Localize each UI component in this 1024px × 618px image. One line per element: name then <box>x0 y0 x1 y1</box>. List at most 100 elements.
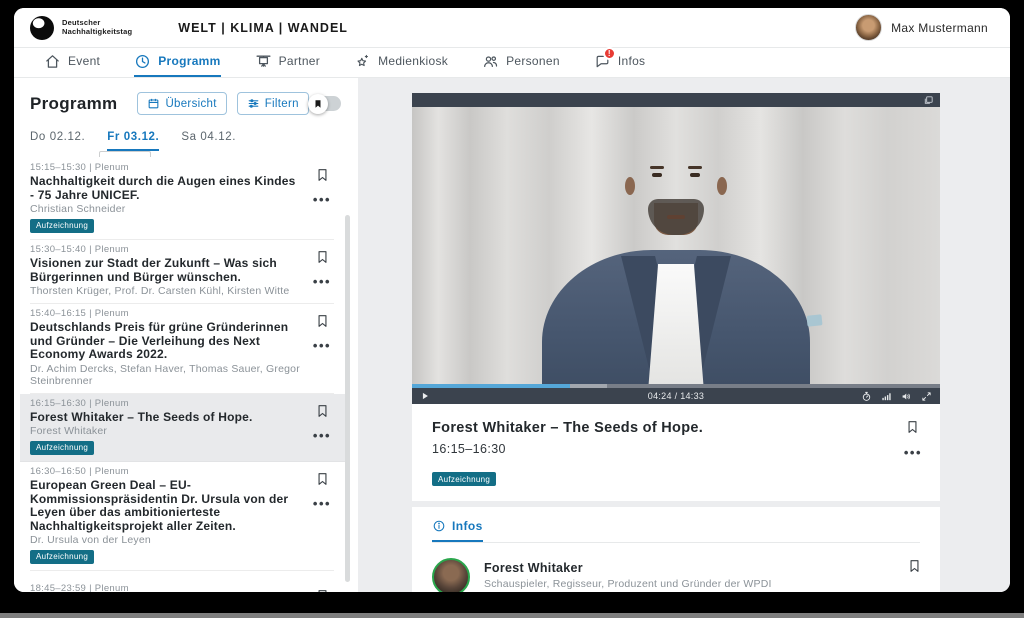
program-item[interactable]: 18:45–23:59 | Plenum Deutscher Nachhalti… <box>30 571 334 592</box>
program-item[interactable]: 15:15–15:30 | Plenum Nachhaltigkeit durc… <box>30 158 334 240</box>
screen-edge <box>0 613 1024 618</box>
more-options-button[interactable]: ••• <box>904 450 922 456</box>
user-avatar[interactable] <box>855 14 882 41</box>
bookmark-icon[interactable] <box>315 470 330 488</box>
session-time: 16:15–16:30 <box>432 442 920 456</box>
date-tab-sa[interactable]: Sa 04.12. <box>181 131 236 151</box>
more-options-button[interactable]: ••• <box>313 501 331 507</box>
tab-label: Medienkiosk <box>378 54 448 68</box>
speaker-avatar[interactable] <box>432 558 470 593</box>
tab-label: Programm <box>158 54 220 68</box>
recording-badge: Aufzeichnung <box>30 219 94 233</box>
sidebar-title: Programm <box>30 94 117 114</box>
tab-event[interactable]: Event <box>44 48 100 77</box>
tab-label: Infos <box>618 54 646 68</box>
user-menu[interactable]: Max Mustermann <box>855 14 988 41</box>
volume-icon[interactable] <box>901 391 912 402</box>
popout-icon[interactable] <box>923 95 934 106</box>
info-circle-icon <box>432 519 446 533</box>
presentation-icon <box>255 53 272 70</box>
tab-label: Partner <box>279 54 320 68</box>
video-player[interactable]: 04:24 / 14:33 <box>412 93 940 404</box>
tab-label: Personen <box>506 54 560 68</box>
item-speakers: Thorsten Krüger, Prof. Dr. Carsten Kühl,… <box>30 285 300 297</box>
quality-bars-icon[interactable] <box>881 391 892 402</box>
item-title: Deutschlands Preis für grüne Gründerinne… <box>30 321 300 362</box>
tab-programm[interactable]: Programm <box>134 48 220 77</box>
item-speakers: Christian Schneider <box>30 203 300 215</box>
logo-line2: Nachhaltigkeitstag <box>62 28 132 37</box>
app-header: Deutscher Nachhaltigkeitstag WELT | KLIM… <box>14 8 1010 48</box>
tab-infos[interactable]: ! Infos <box>594 48 646 77</box>
overview-button[interactable]: Übersicht <box>137 92 226 115</box>
bookmark-icon[interactable] <box>315 312 330 330</box>
item-meta: 15:30–15:40 | Plenum <box>30 244 300 256</box>
program-list: 15:15–15:30 | Plenum Nachhaltigkeit durc… <box>30 151 334 592</box>
event-title: WELT | KLIMA | WANDEL <box>178 21 348 35</box>
program-item[interactable]: 16:30–16:50 | Plenum European Green Deal… <box>30 462 334 571</box>
program-item[interactable]: 15:40–16:15 | Plenum Deutschlands Preis … <box>30 304 334 394</box>
fullscreen-icon[interactable] <box>921 391 932 402</box>
app-window: Deutscher Nachhaltigkeitstag WELT | KLIM… <box>14 8 1010 592</box>
more-options-button[interactable]: ••• <box>313 433 331 439</box>
more-options-button[interactable]: ••• <box>313 343 331 349</box>
tab-partner[interactable]: Partner <box>255 48 320 77</box>
user-name: Max Mustermann <box>891 21 988 35</box>
item-speakers: Dr. Achim Dercks, Stefan Haver, Thomas S… <box>30 363 300 387</box>
item-meta: 15:15–15:30 | Plenum <box>30 162 300 174</box>
item-meta: 15:40–16:15 | Plenum <box>30 308 300 320</box>
item-speakers: Forest Whitaker <box>30 425 300 437</box>
main-content: 04:24 / 14:33 Forest Whitaker – The Seed… <box>412 93 940 592</box>
bookmark-icon[interactable] <box>315 248 330 266</box>
calendar-icon <box>147 97 160 110</box>
item-meta: 16:30–16:50 | Plenum <box>30 466 300 478</box>
sparkle-star-icon <box>354 53 371 70</box>
video-topbar <box>412 93 940 107</box>
sidebar-scrollbar[interactable] <box>345 215 350 582</box>
logo-text: Deutscher Nachhaltigkeitstag <box>62 19 132 36</box>
video-frame[interactable] <box>412 107 940 384</box>
more-options-button[interactable]: ••• <box>313 279 331 285</box>
item-title: Forest Whitaker – The Seeds of Hope. <box>30 411 300 425</box>
date-tab-fr[interactable]: Fr 03.12. <box>107 131 159 151</box>
video-controls: 04:24 / 14:33 <box>412 388 940 404</box>
clock-icon <box>134 53 151 70</box>
tab-label: Event <box>68 54 100 68</box>
toggle-knob <box>308 94 328 114</box>
speaker-row[interactable]: Forest Whitaker Schauspieler, Regisseur,… <box>432 543 920 593</box>
playback-speed-icon[interactable] <box>861 391 872 402</box>
tab-session-infos[interactable]: Infos <box>432 519 483 542</box>
bookmark-icon[interactable] <box>315 402 330 420</box>
notification-badge: ! <box>603 47 616 60</box>
recording-badge: Aufzeichnung <box>30 550 94 564</box>
filter-sliders-icon <box>247 97 260 110</box>
speaker-name: Forest Whitaker <box>484 561 772 575</box>
program-item[interactable]: 15:30–15:40 | Plenum Visionen zur Stadt … <box>30 240 334 304</box>
speaker-role: Schauspieler, Regisseur, Produzent und G… <box>484 578 772 590</box>
bookmark-icon[interactable] <box>315 166 330 184</box>
bookmark-icon[interactable] <box>315 587 330 592</box>
bookmark-icon[interactable] <box>905 418 920 436</box>
tab-personen[interactable]: Personen <box>482 48 560 77</box>
tab-medienkiosk[interactable]: Medienkiosk <box>354 48 448 77</box>
date-tabs: Do 02.12. Fr 03.12. Sa 04.12. <box>30 131 334 151</box>
play-button[interactable] <box>420 391 430 401</box>
dnt-logo-icon <box>30 16 54 40</box>
filter-button[interactable]: Filtern <box>237 92 309 115</box>
recording-badge: Aufzeichnung <box>432 472 496 486</box>
scrolled-item-remnant <box>30 151 334 158</box>
session-details: Infos Forest Whitaker Schauspieler, Regi… <box>412 507 940 593</box>
program-item-selected[interactable]: 16:15–16:30 | Plenum Forest Whitaker – T… <box>20 394 348 463</box>
item-title: Nachhaltigkeit durch die Augen eines Kin… <box>30 175 300 202</box>
bookmark-filter-toggle[interactable] <box>309 96 341 111</box>
home-icon <box>44 53 61 70</box>
detail-tabs: Infos <box>432 507 920 543</box>
date-tab-do[interactable]: Do 02.12. <box>30 131 85 151</box>
more-options-button[interactable]: ••• <box>313 197 331 203</box>
speaker-face <box>630 129 722 233</box>
recording-badge: Aufzeichnung <box>30 441 94 455</box>
item-meta: 18:45–23:59 | Plenum <box>30 583 300 592</box>
session-title: Forest Whitaker – The Seeds of Hope. <box>432 420 920 436</box>
bookmark-icon[interactable] <box>907 557 922 575</box>
item-title: European Green Deal – EU-Kommissionspräs… <box>30 479 300 533</box>
